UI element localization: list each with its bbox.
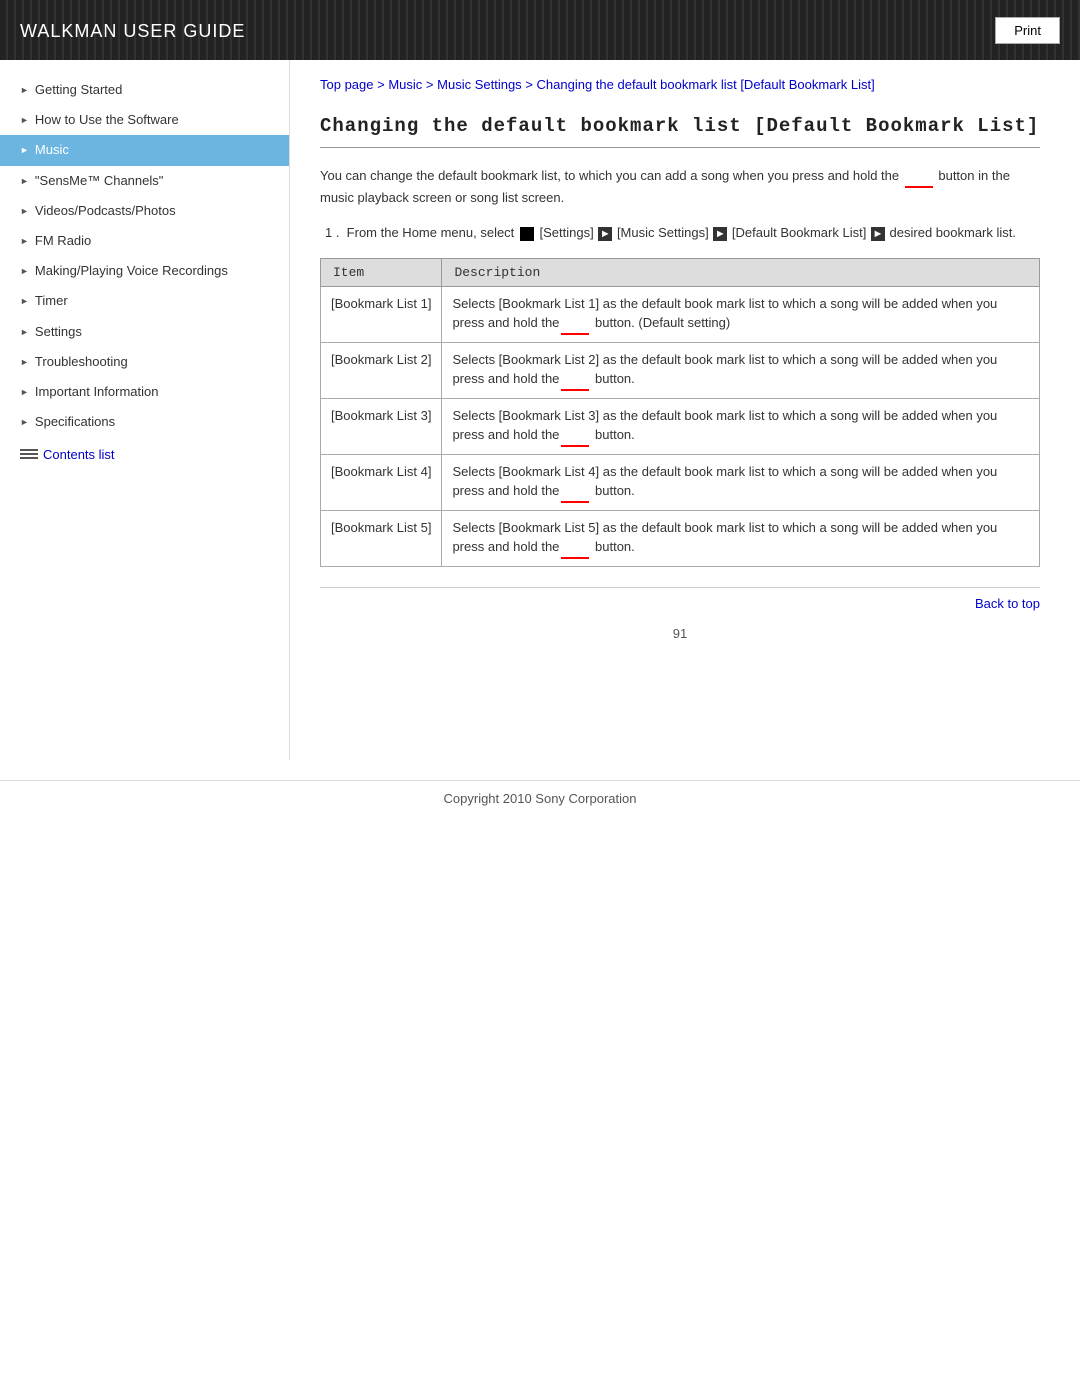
print-button[interactable]: Print <box>995 17 1060 44</box>
arrow-icon-getting-started: ► <box>20 84 29 97</box>
user-guide-subtitle: User Guide <box>117 21 245 41</box>
sidebar-item-sensme[interactable]: ► "SensMe™ Channels" <box>0 166 289 196</box>
arrow-icon-1: ► <box>598 227 612 241</box>
button-placeholder-0 <box>561 313 589 335</box>
sidebar-label-fm-radio: FM Radio <box>35 232 91 250</box>
breadcrumb-music[interactable]: Music <box>388 77 422 92</box>
sidebar-item-fm-radio[interactable]: ► FM Radio <box>0 226 289 256</box>
sidebar-label-specifications: Specifications <box>35 413 115 431</box>
breadcrumb: Top page > Music > Music Settings > Chan… <box>320 75 1040 95</box>
table-cell-item-4: [Bookmark List 5] <box>321 510 442 566</box>
table-cell-item-3: [Bookmark List 4] <box>321 454 442 510</box>
sidebar-item-troubleshooting[interactable]: ► Troubleshooting <box>0 347 289 377</box>
copyright-footer: Copyright 2010 Sony Corporation <box>0 780 1080 816</box>
arrow-icon-music: ► <box>20 144 29 157</box>
arrow-icon-3: ► <box>871 227 885 241</box>
button-placeholder-1 <box>561 369 589 391</box>
main-content: Top page > Music > Music Settings > Chan… <box>290 60 1080 671</box>
table-cell-desc-0: Selects [Bookmark List 1] as the default… <box>442 286 1040 342</box>
sidebar-label-videos: Videos/Podcasts/Photos <box>35 202 176 220</box>
arrow-icon-troubleshooting: ► <box>20 356 29 369</box>
breadcrumb-current[interactable]: Changing the default bookmark list [Defa… <box>537 77 875 92</box>
table-row: [Bookmark List 2]Selects [Bookmark List … <box>321 342 1040 398</box>
button-placeholder-intro <box>905 166 933 189</box>
table-cell-item-1: [Bookmark List 2] <box>321 342 442 398</box>
sidebar-label-troubleshooting: Troubleshooting <box>35 353 128 371</box>
table-cell-desc-2: Selects [Bookmark List 3] as the default… <box>442 398 1040 454</box>
arrow-icon-settings: ► <box>20 326 29 339</box>
intro-paragraph: You can change the default bookmark list… <box>320 166 1040 210</box>
sidebar-item-music[interactable]: ► Music <box>0 135 289 165</box>
table-cell-item-0: [Bookmark List 1] <box>321 286 442 342</box>
arrow-icon-2: ► <box>713 227 727 241</box>
page-header: WALKMAN User Guide Print <box>0 0 1080 60</box>
table-cell-item-2: [Bookmark List 3] <box>321 398 442 454</box>
table-cell-desc-1: Selects [Bookmark List 2] as the default… <box>442 342 1040 398</box>
page-title: Changing the default bookmark list [Defa… <box>320 115 1040 148</box>
contents-list-link[interactable]: Contents list <box>0 437 289 467</box>
sidebar-label-getting-started: Getting Started <box>35 81 122 99</box>
table-row: [Bookmark List 1]Selects [Bookmark List … <box>321 286 1040 342</box>
table-header-item: Item <box>321 258 442 286</box>
sidebar-item-videos[interactable]: ► Videos/Podcasts/Photos <box>0 196 289 226</box>
sidebar-item-getting-started[interactable]: ► Getting Started <box>0 75 289 105</box>
app-title: WALKMAN User Guide <box>20 17 245 43</box>
sidebar-item-specifications[interactable]: ► Specifications <box>0 407 289 437</box>
step-1-text: 1 . From the Home menu, select [Settings… <box>320 223 1040 244</box>
breadcrumb-top[interactable]: Top page <box>320 77 374 92</box>
sidebar-item-how-to-use[interactable]: ► How to Use the Software <box>0 105 289 135</box>
arrow-icon-important-info: ► <box>20 386 29 399</box>
contents-list-icon <box>20 449 38 461</box>
breadcrumb-music-settings[interactable]: Music Settings <box>437 77 522 92</box>
table-row: [Bookmark List 4]Selects [Bookmark List … <box>321 454 1040 510</box>
sidebar-label-voice: Making/Playing Voice Recordings <box>35 262 228 280</box>
sidebar-label-important-info: Important Information <box>35 383 159 401</box>
walkman-title: WALKMAN <box>20 21 117 41</box>
contents-list-label: Contents list <box>43 447 115 462</box>
sidebar-item-voice[interactable]: ► Making/Playing Voice Recordings <box>0 256 289 286</box>
back-to-top-link[interactable]: Back to top <box>975 596 1040 611</box>
sidebar-label-sensme: "SensMe™ Channels" <box>35 172 163 190</box>
sidebar-item-timer[interactable]: ► Timer <box>0 286 289 316</box>
main-layout: ► Getting Started ► How to Use the Softw… <box>0 60 1080 760</box>
sidebar-label-timer: Timer <box>35 292 68 310</box>
sidebar-label-music: Music <box>35 141 69 159</box>
arrow-icon-timer: ► <box>20 295 29 308</box>
page-number: 91 <box>320 626 1040 641</box>
button-placeholder-3 <box>561 481 589 503</box>
sidebar-item-important-info[interactable]: ► Important Information <box>0 377 289 407</box>
sidebar-label-how-to-use: How to Use the Software <box>35 111 179 129</box>
arrow-icon-fm-radio: ► <box>20 235 29 248</box>
table-row: [Bookmark List 3]Selects [Bookmark List … <box>321 398 1040 454</box>
button-placeholder-4 <box>561 537 589 559</box>
footer-links: Back to top <box>320 587 1040 611</box>
bookmark-table: Item Description [Bookmark List 1]Select… <box>320 258 1040 567</box>
table-row: [Bookmark List 5]Selects [Bookmark List … <box>321 510 1040 566</box>
arrow-icon-how-to-use: ► <box>20 114 29 127</box>
arrow-icon-sensme: ► <box>20 175 29 188</box>
arrow-icon-voice: ► <box>20 265 29 278</box>
sidebar-item-settings[interactable]: ► Settings <box>0 317 289 347</box>
sidebar-label-settings: Settings <box>35 323 82 341</box>
table-cell-desc-3: Selects [Bookmark List 4] as the default… <box>442 454 1040 510</box>
settings-icon <box>520 227 534 241</box>
sidebar: ► Getting Started ► How to Use the Softw… <box>0 60 290 760</box>
button-placeholder-2 <box>561 425 589 447</box>
arrow-icon-specifications: ► <box>20 416 29 429</box>
table-cell-desc-4: Selects [Bookmark List 5] as the default… <box>442 510 1040 566</box>
arrow-icon-videos: ► <box>20 205 29 218</box>
table-header-description: Description <box>442 258 1040 286</box>
